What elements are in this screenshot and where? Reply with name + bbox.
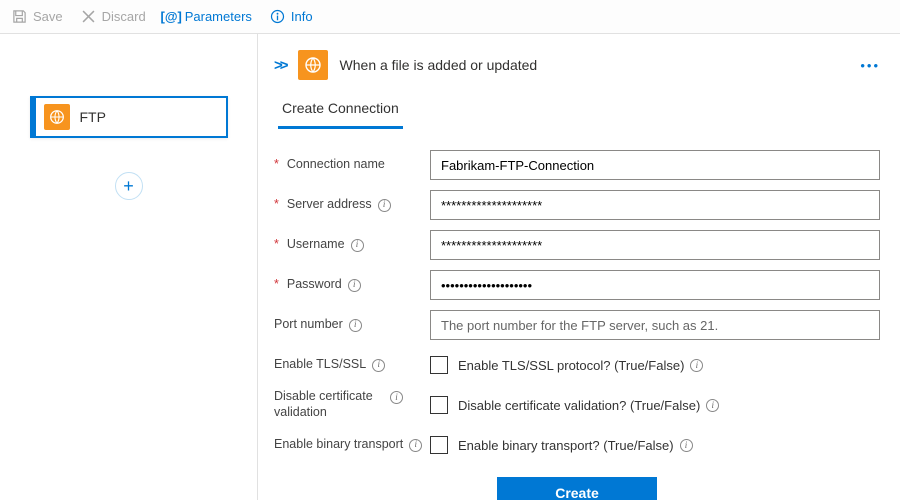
label-enable-binary: Enable binary transport — [274, 437, 403, 453]
server-address-input[interactable] — [430, 190, 880, 220]
info-icon[interactable]: i — [409, 439, 422, 452]
close-icon — [81, 9, 96, 24]
port-number-input[interactable] — [430, 310, 880, 340]
info-button[interactable]: Info — [270, 9, 313, 24]
sidebar: FTP + — [0, 34, 258, 500]
connection-name-input[interactable] — [430, 150, 880, 180]
parameters-label: Parameters — [185, 9, 252, 24]
tab-create-connection[interactable]: Create Connection — [278, 94, 403, 129]
save-button[interactable]: Save — [12, 9, 63, 24]
more-menu-icon[interactable]: ••• — [860, 58, 880, 73]
checkbox-label-tls: Enable TLS/SSL protocol? (True/False) — [458, 358, 684, 373]
create-button[interactable]: Create — [497, 477, 657, 500]
toolbar: Save Discard [@] Parameters Info — [0, 0, 900, 34]
info-icon[interactable]: i — [680, 439, 693, 452]
detail-title: When a file is added or updated — [340, 57, 538, 73]
info-icon[interactable]: i — [390, 391, 403, 404]
password-input[interactable] — [430, 270, 880, 300]
discard-button[interactable]: Discard — [81, 9, 146, 24]
plus-icon: + — [123, 176, 134, 197]
label-port-number: Port number — [274, 317, 343, 333]
label-username: Username — [287, 237, 345, 253]
label-connection-name: Connection name — [287, 157, 385, 173]
detail-pane: >> When a file is added or updated ••• C… — [258, 34, 900, 500]
info-icon[interactable]: i — [706, 399, 719, 412]
sidebar-card-ftp[interactable]: FTP — [30, 96, 228, 138]
parameters-button[interactable]: [@] Parameters — [164, 9, 252, 24]
checkbox-label-binary: Enable binary transport? (True/False) — [458, 438, 674, 453]
username-input[interactable] — [430, 230, 880, 260]
discard-label: Discard — [102, 9, 146, 24]
save-label: Save — [33, 9, 63, 24]
ftp-icon — [298, 50, 328, 80]
label-server-address: Server address — [287, 197, 372, 213]
ftp-icon — [44, 104, 70, 130]
checkbox-label-cert: Disable certificate validation? (True/Fa… — [458, 398, 700, 413]
tab-label: Create Connection — [282, 100, 399, 116]
info-icon[interactable]: i — [349, 319, 362, 332]
disable-cert-checkbox[interactable] — [430, 396, 448, 414]
info-icon[interactable]: i — [372, 359, 385, 372]
info-icon[interactable]: i — [690, 359, 703, 372]
info-icon[interactable]: i — [351, 239, 364, 252]
info-icon — [270, 9, 285, 24]
add-step-button[interactable]: + — [115, 172, 143, 200]
collapse-icon[interactable]: >> — [274, 57, 286, 74]
info-icon[interactable]: i — [378, 199, 391, 212]
parameters-icon: [@] — [164, 9, 179, 24]
sidebar-card-label: FTP — [80, 109, 106, 125]
info-icon[interactable]: i — [348, 279, 361, 292]
enable-tls-checkbox[interactable] — [430, 356, 448, 374]
connection-form: *Connection name *Server addressi *Usern… — [274, 147, 880, 500]
main-area: FTP + >> When a file is added or updated… — [0, 34, 900, 500]
label-disable-cert: Disable certificate validation — [274, 389, 384, 420]
info-label: Info — [291, 9, 313, 24]
label-password: Password — [287, 277, 342, 293]
enable-binary-checkbox[interactable] — [430, 436, 448, 454]
save-icon — [12, 9, 27, 24]
detail-header: >> When a file is added or updated ••• — [274, 50, 880, 80]
label-enable-tls: Enable TLS/SSL — [274, 357, 366, 373]
